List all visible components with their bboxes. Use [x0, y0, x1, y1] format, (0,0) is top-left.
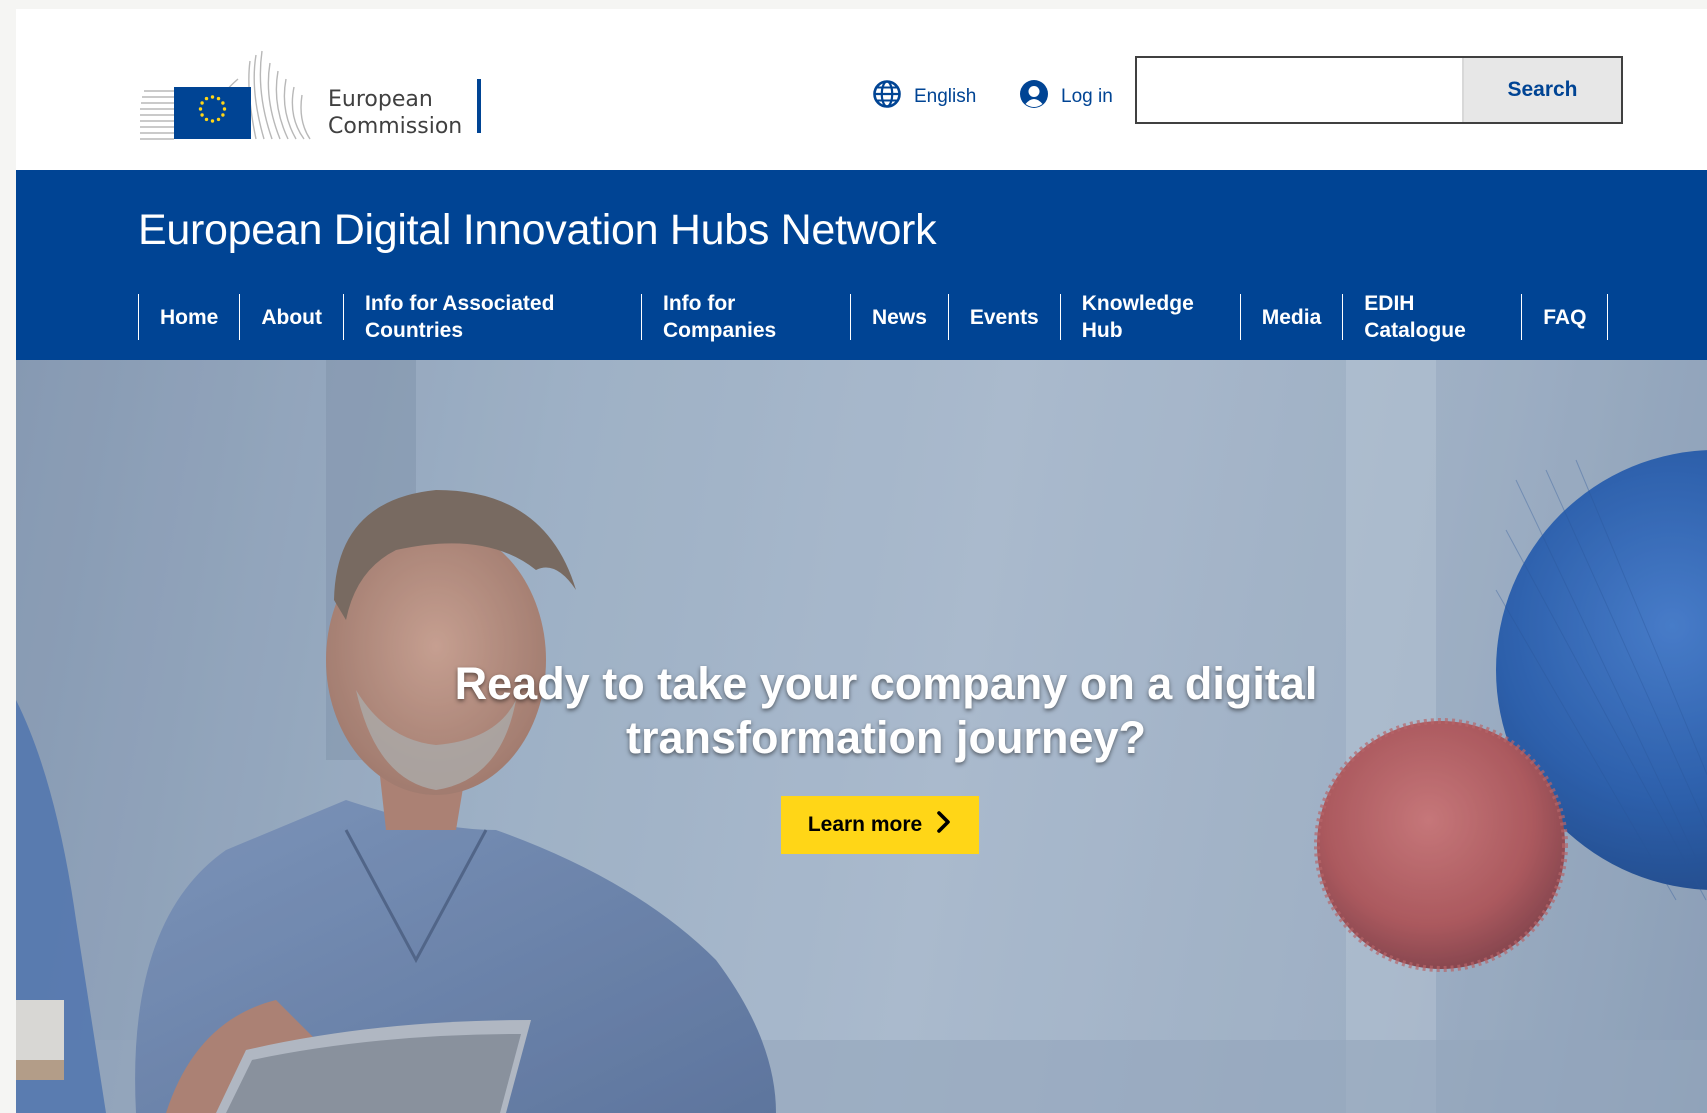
nav-label-line2: Countries — [365, 319, 464, 342]
globe-icon — [872, 79, 902, 115]
login-link[interactable]: Log in — [1019, 79, 1113, 115]
nav-label: About — [261, 305, 323, 329]
learn-more-label: Learn more — [807, 813, 923, 836]
nav-label: FAQ — [1543, 305, 1587, 329]
nav-item-about[interactable]: About — [239, 294, 343, 340]
hero-heading-line2: transformation journey? — [625, 712, 1147, 763]
logo-line-2: Commission — [328, 114, 463, 139]
language-label: English — [914, 86, 977, 107]
nav-label-line1: Info for Associated — [365, 292, 555, 315]
search-form: Search — [1135, 56, 1623, 124]
nav-label-line2: Catalogue — [1364, 319, 1466, 342]
page: European Commission English Log in Searc… — [16, 9, 1707, 1113]
chevron-right-icon — [936, 810, 952, 840]
nav-item-home[interactable]: Home — [138, 294, 239, 340]
nav-label-line2: Hub — [1081, 319, 1123, 342]
nav-label-line1: Knowledge — [1081, 292, 1194, 315]
nav-label-line1: EDIH — [1364, 292, 1415, 315]
search-button[interactable]: Search — [1462, 58, 1621, 122]
site-title[interactable]: European Digital Innovation Hubs Network — [138, 206, 937, 255]
hero-heading: Ready to take your company on a digital … — [366, 657, 1406, 765]
nav-label: News — [872, 305, 927, 329]
site-banner: European Digital Innovation Hubs Network… — [16, 170, 1707, 360]
site-header: European Commission English Log in Searc… — [16, 9, 1707, 170]
logo-divider — [477, 79, 481, 133]
nav-label: Home — [160, 305, 219, 329]
nav-item-events[interactable]: Events — [947, 294, 1060, 340]
browser-left-strip — [0, 0, 16, 1113]
logo-line-1: European — [328, 87, 433, 112]
nav-item-knowledge-hub[interactable]: Knowledge Hub — [1059, 292, 1240, 342]
logo-wordmark: European Commission — [328, 86, 462, 140]
learn-more-button[interactable]: Learn more — [781, 796, 979, 854]
hero-heading-line1: Ready to take your company on a digital — [454, 658, 1318, 709]
nav-label-line2: Companies — [663, 319, 777, 342]
nav-item-faq[interactable]: FAQ — [1521, 294, 1609, 340]
search-input[interactable] — [1137, 58, 1462, 122]
hero-section: Ready to take your company on a digital … — [16, 360, 1707, 1113]
nav-item-media[interactable]: Media — [1239, 294, 1343, 340]
nav-label: Events — [969, 305, 1039, 329]
nav-item-edih-catalogue[interactable]: EDIH Catalogue — [1342, 292, 1521, 342]
nav-label-line1: Info for — [663, 292, 736, 315]
user-icon — [1019, 79, 1049, 115]
language-selector[interactable]: English — [872, 79, 976, 115]
nav-item-news[interactable]: News — [850, 294, 948, 340]
nav-label: Media — [1261, 305, 1322, 329]
main-nav: Home About Info for Associated Countries… — [138, 292, 1609, 342]
nav-item-info-associated-countries[interactable]: Info for Associated Countries — [343, 292, 641, 342]
nav-item-info-companies[interactable]: Info for Companies — [641, 292, 850, 342]
login-label: Log in — [1061, 86, 1113, 107]
